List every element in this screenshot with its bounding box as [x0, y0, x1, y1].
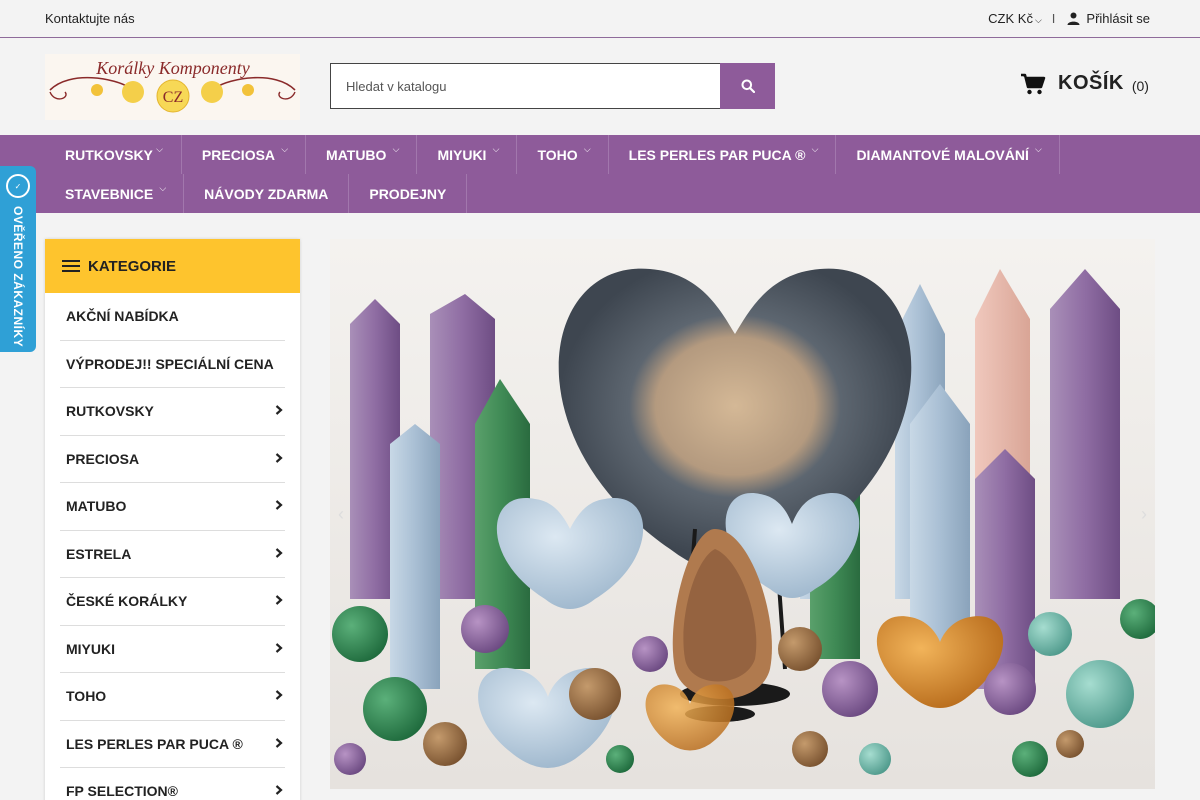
nav-item-preciosa[interactable]: PRECIOSA ⌵	[182, 135, 307, 174]
category-item[interactable]: VÝPRODEJ!! SPECIÁLNÍ CENA	[60, 341, 285, 388]
currency-selector[interactable]: CZK Kč ⌵	[988, 11, 1042, 26]
category-label: ČESKÉ KORÁLKY	[66, 593, 188, 610]
category-label: PRECIOSA	[66, 450, 140, 467]
chevron-right-icon	[275, 784, 283, 798]
top-bar-right: CZK Kč ⌵ I Přihlásit se	[988, 11, 1150, 26]
cart-link[interactable]: KOŠÍK (0)	[1020, 72, 1149, 95]
category-label: FP SELECTION®	[66, 783, 178, 800]
shopping-cart-icon	[1021, 73, 1046, 94]
cart-count: (0)	[1131, 77, 1149, 94]
contact-link[interactable]: Kontaktujte nás	[45, 11, 135, 26]
nav-label: TOHO	[537, 146, 578, 163]
chevron-down-icon: ⌵	[156, 144, 163, 154]
category-label: ESTRELA	[66, 545, 132, 562]
chevron-down-icon: ⌵	[492, 144, 500, 154]
hero-image	[330, 239, 1155, 789]
nav-item-les-perles[interactable]: LES PERLES PAR PUCA ® ⌵	[609, 135, 837, 174]
category-label: VÝPRODEJ!! SPECIÁLNÍ CENA	[66, 355, 274, 372]
main-nav: RUTKOVSKY ⌵ PRECIOSA ⌵ MATUBO ⌵ MIYUKI ⌵ TOH…	[0, 135, 1200, 213]
chevron-down-icon: ⌵	[392, 144, 400, 154]
logo-title: Korálky Komponenty	[95, 58, 249, 78]
nav-label: PRECIOSA	[201, 146, 276, 163]
verified-customers-badge[interactable]: ✓ OVĚŘENO ZÁKAZNÍKY	[0, 166, 36, 352]
category-list: AKČNÍ NABÍDKA VÝPRODEJ!! SPECIÁLNÍ CENA RU…	[45, 293, 300, 800]
currency-label: CZK Kč	[988, 11, 1033, 26]
login-link[interactable]: Přihlásit se	[1067, 11, 1150, 26]
nav-item-miyuki[interactable]: MIYUKI ⌵	[417, 135, 518, 174]
logo-badge: CZ	[163, 89, 183, 106]
chevron-right-icon	[275, 594, 283, 608]
chevron-down-icon: ⌵	[159, 183, 167, 193]
heureka-badge-icon: ✓	[6, 174, 30, 198]
nav-row-1: RUTKOVSKY ⌵ PRECIOSA ⌵ MATUBO ⌵ MIYUKI ⌵ TOH…	[45, 135, 1200, 174]
category-item[interactable]: TOHO	[60, 673, 285, 721]
category-label: AKČNÍ NABÍDKA	[66, 308, 179, 325]
category-item[interactable]: MATUBO	[60, 483, 285, 531]
nav-label: NÁVODY ZDARMA	[204, 185, 329, 202]
category-item[interactable]: ČESKÉ KORÁLKY	[60, 578, 285, 626]
user-icon	[1067, 12, 1080, 25]
slider-next-icon[interactable]: ›	[1141, 504, 1147, 525]
category-item[interactable]: FP SELECTION®	[60, 768, 285, 800]
chevron-right-icon	[275, 404, 283, 418]
chevron-right-icon	[275, 452, 283, 466]
chevron-down-icon: ⌵	[583, 144, 591, 154]
chevron-down-icon: ⌵	[281, 144, 289, 154]
category-item[interactable]: ESTRELA	[60, 531, 285, 578]
site-logo[interactable]: Korálky Komponenty CZ	[45, 54, 300, 120]
nav-label: MIYUKI	[437, 146, 487, 163]
verified-text: OVĚŘENO ZÁKAZNÍKY	[11, 206, 25, 348]
nav-label: PRODEJNY	[369, 185, 447, 202]
header: Korálky Komponenty CZ KOŠÍK (0)	[0, 38, 1200, 135]
nav-label: RUTKOVSKY	[65, 146, 153, 163]
nav-row-2: STAVEBNICE ⌵ NÁVODY ZDARMA PRODEJNY	[45, 174, 1200, 213]
nav-item-matubo[interactable]: MATUBO ⌵	[306, 135, 418, 174]
chevron-right-icon	[275, 547, 283, 561]
nav-label: DIAMANTOVÉ MALOVÁNÍ	[856, 146, 1029, 163]
nav-label: STAVEBNICE	[65, 185, 154, 202]
nav-label: LES PERLES PAR PUCA ®	[628, 146, 806, 163]
nav-item-diamantove-malovani[interactable]: DIAMANTOVÉ MALOVÁNÍ ⌵	[836, 135, 1060, 174]
category-label: LES PERLES PAR PUCA ®	[66, 735, 243, 752]
category-item[interactable]: LES PERLES PAR PUCA ®	[60, 721, 285, 768]
category-label: MATUBO	[66, 498, 127, 515]
category-label: TOHO	[66, 688, 107, 705]
nav-item-rutkovsky[interactable]: RUTKOVSKY ⌵	[45, 135, 182, 174]
chevron-down-icon: ⌵	[1034, 15, 1042, 25]
hamburger-menu-icon	[62, 260, 80, 272]
chevron-right-icon	[275, 499, 283, 513]
search-input[interactable]	[330, 63, 720, 109]
cart-label: KOŠÍK	[1058, 72, 1124, 94]
category-title: KATEGORIE	[88, 257, 177, 275]
search-icon	[741, 79, 755, 93]
category-item[interactable]: PRECIOSA	[60, 436, 285, 483]
nav-label: MATUBO	[326, 146, 387, 163]
hero-banner[interactable]: ‹ ›	[330, 239, 1155, 789]
search-button[interactable]	[720, 63, 775, 109]
category-header[interactable]: KATEGORIE	[45, 239, 300, 293]
category-item[interactable]: RUTKOVSKY	[60, 388, 285, 436]
nav-item-prodejny[interactable]: PRODEJNY	[349, 174, 468, 213]
category-label: RUTKOVSKY	[66, 403, 154, 420]
chevron-down-icon: ⌵	[1035, 144, 1042, 154]
category-item[interactable]: MIYUKI	[60, 626, 285, 673]
category-item[interactable]: AKČNÍ NABÍDKA	[60, 293, 285, 341]
category-sidebar: KATEGORIE AKČNÍ NABÍDKA VÝPRODEJ!! SPECIÁ…	[45, 239, 300, 800]
search-bar	[330, 63, 775, 109]
chevron-down-icon: ⌵	[811, 144, 819, 154]
chevron-right-icon	[275, 689, 283, 703]
slider-prev-icon[interactable]: ‹	[338, 504, 344, 525]
chevron-right-icon	[275, 737, 283, 751]
nav-item-navody-zdarma[interactable]: NÁVODY ZDARMA	[184, 174, 350, 213]
top-bar: Kontaktujte nás CZK Kč ⌵ I Přihlásit se	[0, 0, 1200, 38]
nav-item-toho[interactable]: TOHO ⌵	[517, 135, 609, 174]
separator: I	[1051, 11, 1056, 26]
nav-item-stavebnice[interactable]: STAVEBNICE ⌵	[45, 174, 185, 213]
login-label: Přihlásit se	[1086, 11, 1150, 26]
chevron-right-icon	[275, 642, 283, 656]
category-label: MIYUKI	[66, 640, 115, 657]
